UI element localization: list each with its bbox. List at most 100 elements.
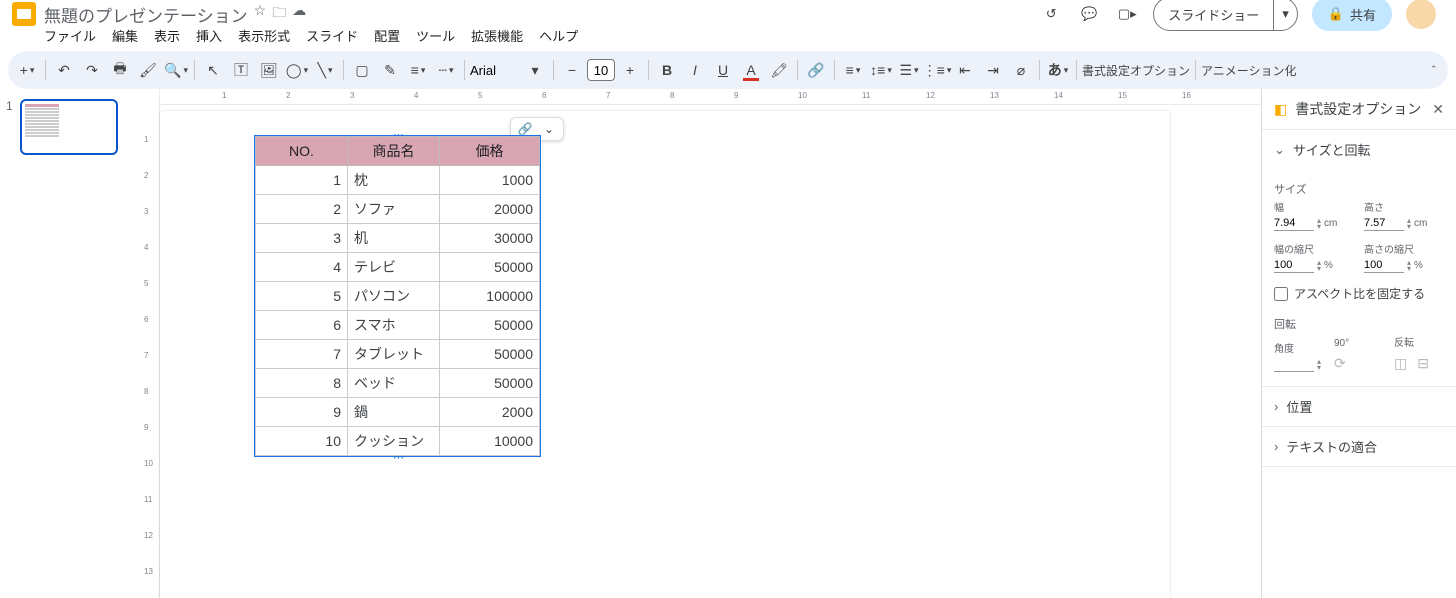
zoom-button[interactable]: 🔍: [163, 57, 189, 83]
height-stepper[interactable]: ▴▾: [1407, 218, 1411, 230]
meet-icon[interactable]: ▢▸: [1115, 6, 1139, 22]
select-tool[interactable]: ↖: [200, 57, 226, 83]
slide-canvas[interactable]: 🔗 ⌄ NO. 商品名 価格 1枕10002ソファ200003机300004テレ…: [160, 111, 1170, 598]
selection-box[interactable]: NO. 商品名 価格 1枕10002ソファ200003机300004テレビ500…: [254, 135, 541, 457]
border-dash[interactable]: ┄: [433, 57, 459, 83]
menu-tools[interactable]: ツール: [410, 24, 461, 47]
table-row[interactable]: 5パソコン100000: [256, 282, 540, 311]
undo-button[interactable]: ↶: [51, 57, 77, 83]
collapse-toolbar[interactable]: ˆ: [1432, 63, 1436, 78]
section-size-rotate[interactable]: ⌄ サイズと回転: [1262, 130, 1456, 169]
slide-thumbnail-1[interactable]: [20, 99, 118, 155]
height-scale-stepper[interactable]: ▴▾: [1407, 260, 1411, 272]
paint-button[interactable]: 🖌: [135, 57, 161, 83]
close-icon[interactable]: ✕: [1432, 101, 1444, 118]
link-button[interactable]: 🔗: [803, 57, 829, 83]
underline-button[interactable]: U: [710, 57, 736, 83]
table-row[interactable]: 8ベッド50000: [256, 369, 540, 398]
line-tool[interactable]: ╲: [312, 57, 338, 83]
font-size[interactable]: [587, 59, 615, 81]
table-row[interactable]: 3机30000: [256, 224, 540, 253]
doc-title[interactable]: 無題のプレゼンテーション: [44, 2, 248, 27]
angle-stepper[interactable]: ▴▾: [1317, 359, 1321, 371]
width-input[interactable]: [1274, 216, 1314, 231]
menu-view[interactable]: 表示: [148, 24, 186, 47]
avatar[interactable]: [1406, 0, 1436, 29]
menu-insert[interactable]: 挿入: [190, 24, 228, 47]
share-button[interactable]: 🔒 共有: [1312, 0, 1392, 31]
rotate-90-icon[interactable]: ⟳: [1334, 355, 1346, 372]
bold-button[interactable]: B: [654, 57, 680, 83]
width-stepper[interactable]: ▴▾: [1317, 218, 1321, 230]
menu-file[interactable]: ファイル: [38, 24, 102, 47]
share-label: 共有: [1350, 5, 1376, 24]
menu-help[interactable]: ヘルプ: [533, 24, 584, 47]
col-price[interactable]: 価格: [440, 137, 540, 166]
menu-format[interactable]: 表示形式: [232, 24, 296, 47]
new-slide-button[interactable]: +: [14, 57, 40, 83]
app-icon[interactable]: [12, 2, 36, 26]
font-dd[interactable]: ▾: [522, 57, 548, 83]
textbox-tool[interactable]: 🅃: [228, 57, 254, 83]
indent[interactable]: ⇥: [980, 57, 1006, 83]
numbered-list[interactable]: ☰: [896, 57, 922, 83]
width-scale-input[interactable]: [1274, 258, 1314, 273]
inc-size[interactable]: +: [617, 57, 643, 83]
angle-input[interactable]: [1274, 357, 1314, 372]
section-text-fit[interactable]: › テキストの適合: [1262, 427, 1456, 466]
data-table[interactable]: NO. 商品名 価格 1枕10002ソファ200003机300004テレビ500…: [255, 136, 540, 456]
slideshow-label: スライドショー: [1154, 5, 1273, 24]
table-row[interactable]: 1枕1000: [256, 166, 540, 195]
input-tools[interactable]: あ: [1045, 57, 1071, 83]
font-select[interactable]: [470, 63, 520, 78]
star-icon[interactable]: ☆: [254, 2, 267, 26]
table-row[interactable]: 10クッション10000: [256, 427, 540, 456]
table-row[interactable]: 6スマホ50000: [256, 311, 540, 340]
cloud-icon[interactable]: ☁: [292, 2, 306, 26]
slideshow-button[interactable]: スライドショー ▾: [1153, 0, 1298, 31]
text-color-button[interactable]: A: [738, 57, 764, 83]
slideshow-dropdown[interactable]: ▾: [1273, 0, 1297, 30]
redo-button[interactable]: ↷: [79, 57, 105, 83]
col-name[interactable]: 商品名: [348, 137, 440, 166]
bullet-list[interactable]: ⋮≡: [924, 57, 950, 83]
menu-edit[interactable]: 編集: [106, 24, 144, 47]
shape-tool[interactable]: ◯: [284, 57, 310, 83]
fill-color[interactable]: ▢: [349, 57, 375, 83]
table-row[interactable]: 2ソファ20000: [256, 195, 540, 224]
height-scale-input[interactable]: [1364, 258, 1404, 273]
comments-icon[interactable]: 💬: [1077, 6, 1101, 22]
section-position[interactable]: › 位置: [1262, 387, 1456, 426]
italic-button[interactable]: I: [682, 57, 708, 83]
height-input[interactable]: [1364, 216, 1404, 231]
align-button[interactable]: ≡: [840, 57, 866, 83]
lock-aspect-check[interactable]: アスペクト比を固定する: [1274, 285, 1444, 302]
outdent[interactable]: ⇤: [952, 57, 978, 83]
flip-v-icon[interactable]: ⊟: [1417, 355, 1429, 372]
table-row[interactable]: 9鍋2000: [256, 398, 540, 427]
menu-arrange[interactable]: 配置: [368, 24, 406, 47]
animation-link[interactable]: アニメーション化: [1201, 62, 1297, 79]
format-options-link[interactable]: 書式設定オプション: [1082, 62, 1190, 79]
width-scale-stepper[interactable]: ▴▾: [1317, 260, 1321, 272]
thumb-number: 1: [6, 99, 16, 155]
highlight-button[interactable]: 🖍: [766, 57, 792, 83]
history-icon[interactable]: ↺: [1039, 6, 1063, 22]
clear-format[interactable]: ⌀: [1008, 57, 1034, 83]
lock-icon: 🔒: [1328, 6, 1344, 22]
table-row[interactable]: 7タブレット50000: [256, 340, 540, 369]
chevron-down-icon[interactable]: ⌄: [539, 120, 559, 138]
image-tool[interactable]: 🖼: [256, 57, 282, 83]
dec-size[interactable]: −: [559, 57, 585, 83]
move-icon[interactable]: 🗀: [272, 2, 286, 26]
menu-slide[interactable]: スライド: [300, 24, 364, 47]
border-weight[interactable]: ≡: [405, 57, 431, 83]
table-row[interactable]: 4テレビ50000: [256, 253, 540, 282]
col-no[interactable]: NO.: [256, 137, 348, 166]
menu-extensions[interactable]: 拡張機能: [465, 24, 529, 47]
border-color[interactable]: ✎: [377, 57, 403, 83]
line-spacing[interactable]: ↕≡: [868, 57, 894, 83]
flip-h-icon[interactable]: ◫: [1394, 355, 1407, 372]
lock-aspect-checkbox[interactable]: [1274, 287, 1288, 301]
print-button[interactable]: 🖶: [107, 57, 133, 83]
